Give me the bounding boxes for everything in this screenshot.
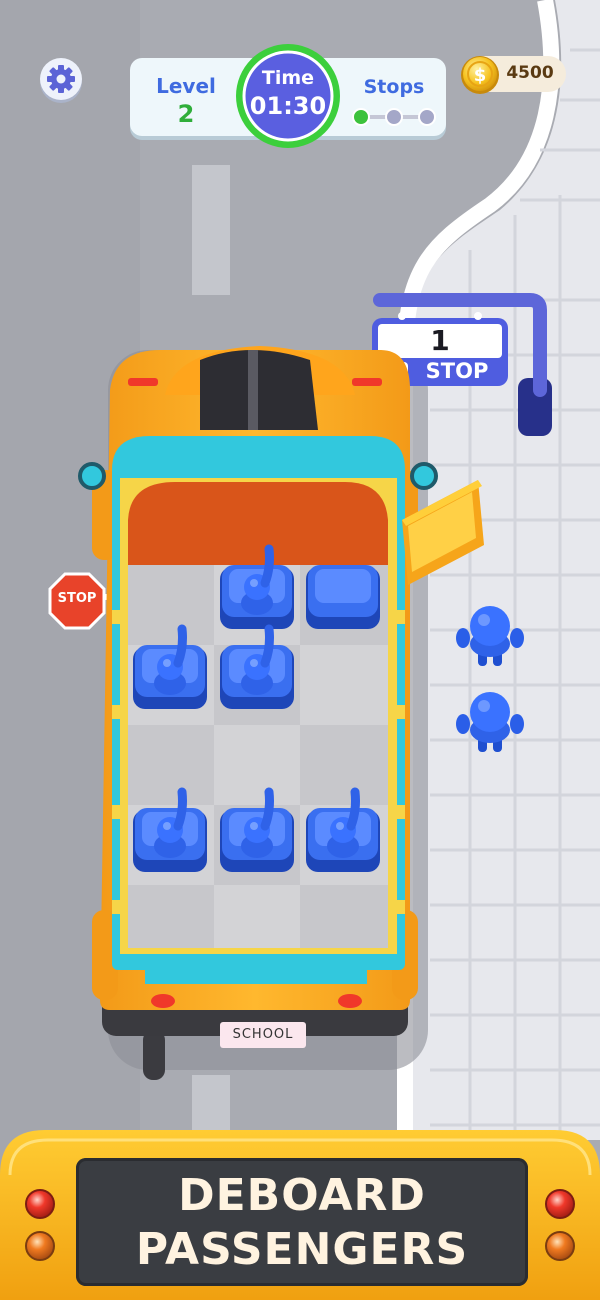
bus-stop-number: 1 — [430, 324, 450, 357]
license-plate: SCHOOL — [232, 1027, 294, 1042]
button-light-orange-right — [545, 1231, 575, 1261]
stop-sign-text: STOP — [57, 591, 97, 606]
button-light-red-right — [545, 1189, 575, 1219]
stop-dot-pending — [418, 108, 436, 126]
time-label: Time — [261, 67, 315, 89]
lane-marking — [192, 1075, 230, 1135]
gear-icon — [47, 65, 75, 93]
game-scene: $ — [0, 0, 600, 1300]
stop-dot-complete — [352, 108, 370, 126]
stop-dot-pending — [385, 108, 403, 126]
time-value: 01:30 — [249, 92, 327, 120]
button-label-line1: DEBOARD — [178, 1170, 426, 1221]
coin-icon: $ — [461, 56, 499, 94]
settings-button[interactable] — [40, 58, 82, 103]
bus-stop-label: STOP — [425, 359, 489, 383]
button-light-red-left — [25, 1189, 55, 1219]
button-label-line2: PASSENGERS — [135, 1224, 469, 1275]
coin-amount: 4500 — [506, 63, 554, 83]
empty-seat[interactable] — [306, 565, 380, 629]
svg-text:$: $ — [474, 65, 487, 86]
stops-label: Stops — [363, 76, 425, 98]
lane-marking — [192, 165, 230, 295]
button-light-orange-left — [25, 1231, 55, 1261]
stops-progress — [352, 108, 436, 126]
level-label: Level — [156, 74, 216, 98]
level-value: 2 — [177, 100, 195, 128]
deboard-passengers-button[interactable]: DEBOARD PASSENGERS — [76, 1158, 528, 1286]
